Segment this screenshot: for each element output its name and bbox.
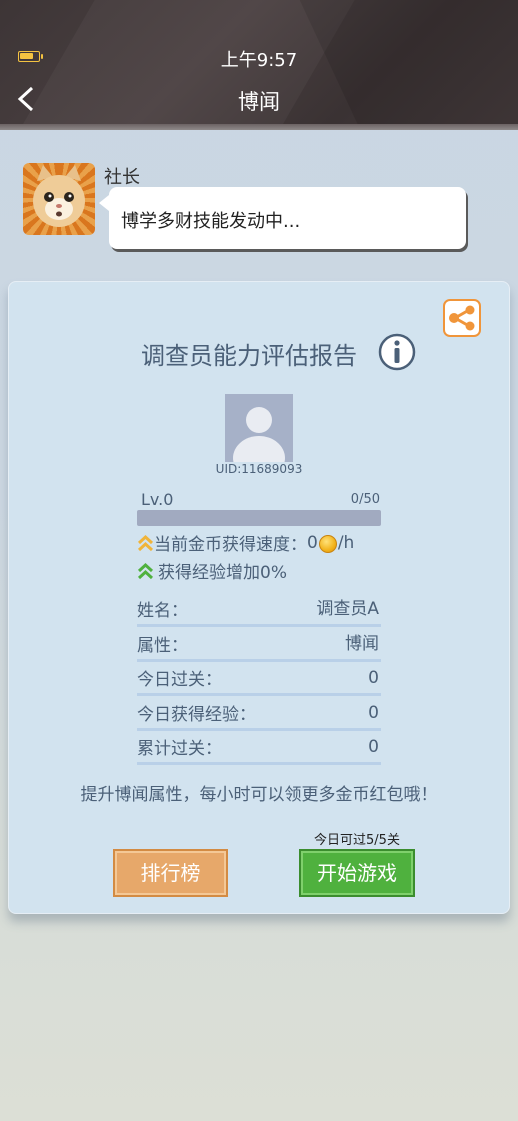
- start-game-button[interactable]: 开始游戏: [299, 849, 415, 897]
- info-row-attribute: 属性： 博闻: [137, 632, 381, 662]
- avatar: [23, 163, 95, 235]
- report-title: 调查员能力评估报告: [141, 342, 357, 370]
- coin-speed-unit: /h: [337, 532, 355, 553]
- info-row-value: 0: [368, 703, 379, 723]
- coin-speed-label: 当前金币获得速度：: [154, 535, 307, 555]
- speech-bubble: 博学多财技能发动中...: [99, 187, 466, 249]
- info-row-key: 姓名：: [137, 601, 188, 621]
- info-icon-graphic: [378, 333, 416, 371]
- level-label: Lv.0: [141, 490, 174, 509]
- info-row-value: 博闻: [345, 634, 379, 654]
- info-row-value: 0: [368, 737, 379, 757]
- share-icon: [449, 305, 475, 331]
- info-row-value: 0: [368, 668, 379, 688]
- speaker-name: 社长: [104, 167, 140, 188]
- leaderboard-button[interactable]: 排行榜: [113, 849, 228, 897]
- cat-icon: [33, 165, 85, 227]
- info-row-key: 属性：: [137, 636, 188, 656]
- xp-progress-bar: [137, 510, 381, 526]
- page-title: 博闻: [238, 90, 280, 114]
- info-row-today-exp: 今日获得经验： 0: [137, 701, 381, 731]
- speech-text: 博学多财技能发动中...: [121, 211, 301, 232]
- info-row-key: 累计过关：: [137, 739, 222, 759]
- info-row-today-pass: 今日过关： 0: [137, 666, 381, 696]
- xp-count: 0/50: [350, 492, 380, 507]
- tip-text: 提升博闻属性，每小时可以领更多金币红包哦！: [80, 785, 438, 805]
- coin-speed-stat: 当前金币获得速度： 0 /h: [137, 530, 354, 555]
- exp-bonus-stat: 获得经验增加0%: [137, 558, 287, 583]
- user-silhouette-icon: [233, 407, 285, 462]
- info-row-name: 姓名： 调查员A: [137, 597, 381, 627]
- info-row-key: 今日过关：: [137, 670, 222, 690]
- info-row-key: 今日获得经验：: [137, 705, 256, 725]
- coin-icon: [318, 534, 337, 553]
- share-button[interactable]: [443, 299, 481, 337]
- info-icon[interactable]: [378, 333, 416, 371]
- user-id: UID:11689093: [215, 462, 303, 476]
- coin-speed-value: 0: [307, 532, 318, 553]
- today-pass-count: 今日可过5/5关: [314, 833, 400, 848]
- info-row-value: 调查员A: [316, 599, 379, 619]
- double-chevron-up-icon: [137, 562, 154, 579]
- status-time: 上午9:57: [220, 50, 298, 71]
- exp-bonus-text: 获得经验增加0%: [158, 563, 287, 583]
- double-chevron-up-icon: [137, 534, 154, 551]
- profile-avatar: [225, 394, 293, 462]
- top-bar-divider: [0, 124, 518, 130]
- info-row-total-pass: 累计过关： 0: [137, 735, 381, 765]
